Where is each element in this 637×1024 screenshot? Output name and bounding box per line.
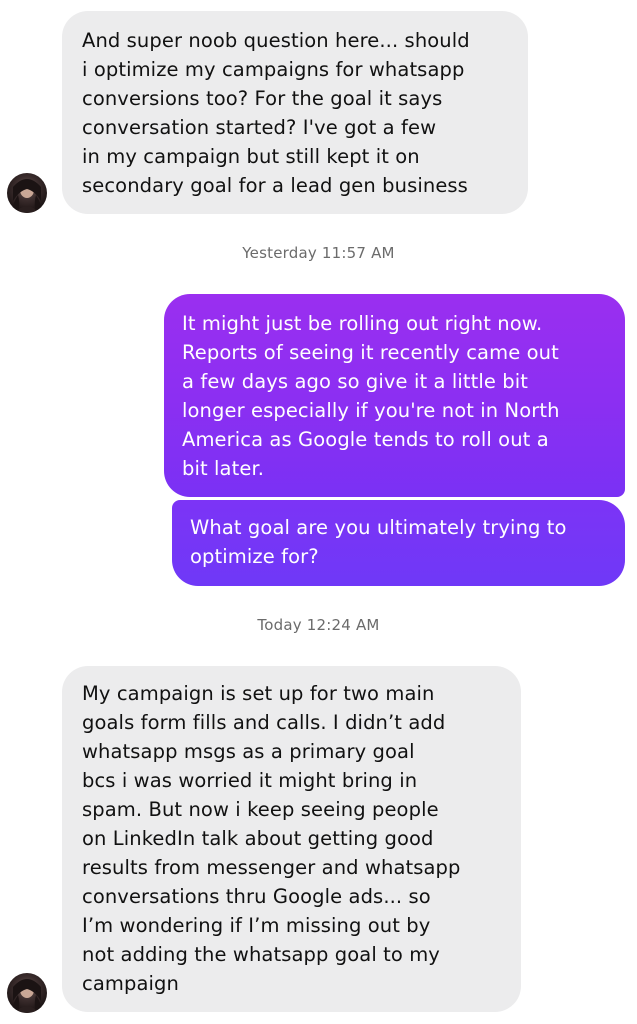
- outgoing-message-bubble[interactable]: What goal are you ultimately trying to o…: [172, 500, 625, 586]
- outgoing-message-bubble[interactable]: It might just be rolling out right now. …: [164, 294, 625, 497]
- timestamp: Today 12:24 AM: [257, 616, 380, 634]
- contact-avatar[interactable]: [7, 973, 47, 1013]
- avatar-image: [11, 179, 43, 213]
- avatar-image: [11, 979, 43, 1013]
- incoming-message-bubble[interactable]: My campaign is set up for two main goals…: [62, 666, 521, 1012]
- contact-avatar[interactable]: [7, 173, 47, 213]
- incoming-message-bubble[interactable]: And super noob question here... should i…: [62, 11, 528, 214]
- timestamp: Yesterday 11:57 AM: [242, 244, 395, 262]
